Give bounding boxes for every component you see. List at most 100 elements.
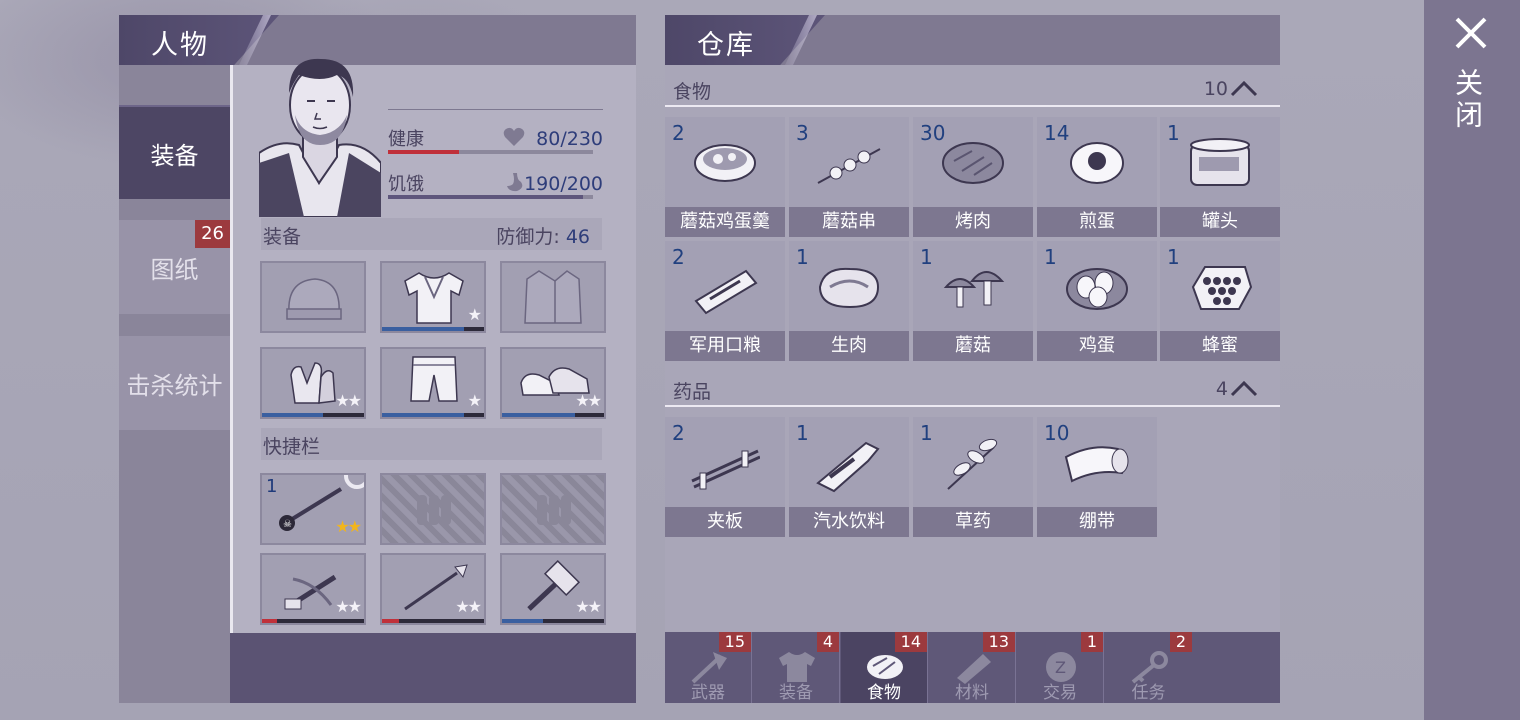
durability-fill [382,413,464,417]
chevron-up-icon[interactable] [1230,379,1258,397]
rarity-stars: ★★ [575,391,602,410]
durability-bar [502,619,604,623]
item-can[interactable]: 1 罐头 [1160,117,1280,237]
item-military-ration[interactable]: 2 军用口粮 [665,241,785,361]
durability-fill [502,619,543,623]
svg-text:☠: ☠ [283,519,292,530]
tab-badge: 2 [1169,632,1192,652]
side-tab-label: 击杀统计 [126,371,223,400]
item-name: 罐头 [1160,207,1280,237]
item-name: 蘑菇串 [789,207,909,237]
character-title: 人物 [151,30,209,61]
close-icon[interactable] [1454,16,1488,50]
equipment-section-header: 装备 防御力: 46 [261,218,602,250]
close-label[interactable]: 关闭 [1451,68,1487,132]
tab-badge: 15 [718,632,751,652]
health-bar [388,150,593,154]
item-count: 14 [1044,121,1070,145]
weapon-slot-crossbow[interactable]: ★★ [260,553,366,625]
item-raw-meat[interactable]: 1 生肉 [789,241,909,361]
rarity-stars: ★ [467,305,482,324]
item-roast-meat[interactable]: 30 烤肉 [913,117,1033,237]
durability-fill [262,619,278,623]
tab-label: 任务 [1131,683,1166,703]
tab-label: 材料 [955,683,989,703]
item-mushroom-egg-soup[interactable]: 2 蘑菇鸡蛋羹 [665,117,785,237]
item-mushroom-skewer[interactable]: 3 蘑菇串 [789,117,909,237]
jacket-slot[interactable] [500,261,606,333]
quickbar-label: 快捷栏 [263,436,321,458]
item-name: 烤肉 [913,207,1033,237]
tab-weapons[interactable]: 15 武器 [665,632,752,703]
ration-icon [694,269,758,315]
splint-icon [691,449,760,490]
side-tab-kill-stats[interactable]: 击杀统计 [119,336,230,430]
durability-bar [262,413,364,417]
durability-bar [382,619,484,623]
hunger-bar-fill [388,195,583,199]
durability-bar [262,619,364,623]
item-honey[interactable]: 1 蜂蜜 [1160,241,1280,361]
category-header-medicine[interactable]: 药品 4 [665,369,1280,407]
tab-food[interactable]: 14 食物 [841,632,928,703]
item-splint[interactable]: 2 夹板 [665,417,785,537]
pants-slot[interactable]: ★ [380,347,486,419]
bandage-icon [1064,446,1129,483]
category-label: 药品 [673,381,712,403]
item-herb[interactable]: 1 草药 [913,417,1033,537]
item-count: 1 [1044,245,1057,269]
side-tab-blueprints[interactable]: 图纸 26 [119,220,230,314]
character-footer [230,633,636,703]
item-count: 10 [1044,421,1070,445]
item-name: 绷带 [1037,507,1157,537]
item-bandage[interactable]: 10 绷带 [1037,417,1157,537]
hunger-bar [388,195,593,199]
locked-slot-1[interactable] [380,473,486,545]
tab-materials[interactable]: 13 材料 [929,632,1016,703]
soda-icon [816,441,880,493]
item-name: 蘑菇 [913,331,1033,361]
item-mushroom[interactable]: 1 蘑菇 [913,241,1033,361]
category-label: 食物 [673,81,712,103]
stomach-icon [507,173,523,192]
category-header-food[interactable]: 食物 10 [665,69,1280,107]
tab-equipment[interactable]: 4 装备 [753,632,840,703]
weapon-slot-spear[interactable]: ★★ [380,553,486,625]
shirt-slot[interactable]: ★ [380,261,486,333]
item-name: 鸡蛋 [1037,331,1157,361]
helmet-slot[interactable] [260,261,366,333]
side-tab-label: 装备 [150,141,199,170]
fried-egg-icon [1070,142,1124,184]
warehouse-panel: 仓库 食物 10 2 蘑菇鸡蛋羹 3 蘑菇串 30 烤肉 14 煎蛋 1 罐头 … [665,15,1280,703]
item-eggs[interactable]: 1 鸡蛋 [1037,241,1157,361]
eggs-icon [1066,268,1128,310]
tab-trade[interactable]: Z 1 交易 [1017,632,1104,703]
tab-badge: 14 [894,632,927,652]
weapon-slot-hammer[interactable]: ★★ [500,553,606,625]
ammo-icon [417,495,451,525]
can-icon [1190,138,1250,186]
tab-label: 食物 [867,683,901,703]
shoes-slot[interactable]: ★★ [500,347,606,419]
chevron-up-icon[interactable] [1230,79,1258,97]
defense-label: 防御力: [496,226,560,248]
health-stat: 健康 80/230 [388,125,603,165]
weapon-slot-mace[interactable]: 1 ☠ ★★ [260,473,366,545]
skewer-icon [817,148,881,184]
item-count: 1 [1167,121,1180,145]
herb-icon [947,438,998,490]
rarity-stars: ★★ [335,391,362,410]
rarity-stars: ★★ [455,597,482,616]
health-bar-fill [388,150,460,154]
close-column[interactable]: 关闭 [1424,0,1520,720]
item-fried-egg[interactable]: 14 煎蛋 [1037,117,1157,237]
character-portrait [259,58,381,217]
gloves-slot[interactable]: ★★ [260,347,366,419]
tab-quests[interactable]: 2 任务 [1105,632,1192,703]
rarity-stars: ★★ [575,597,602,616]
locked-slot-2[interactable] [500,473,606,545]
side-tab-equipment[interactable]: 装备 [119,105,230,199]
item-count: 2 [672,121,685,145]
item-soda[interactable]: 1 汽水饮料 [789,417,909,537]
swap-icon[interactable] [340,473,366,493]
